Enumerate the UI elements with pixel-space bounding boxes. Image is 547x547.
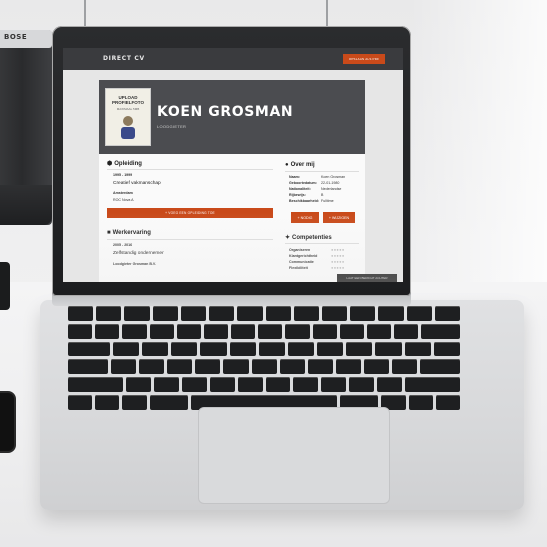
education-years: 1995 - 1999 (113, 173, 133, 177)
photo-size-note: MAXIMAAL 5MB (116, 107, 140, 111)
about-label-birthdate: Geboortedatum: (289, 181, 317, 185)
scene: BOSE DIRECT CV OPSLAAN ALS PDF UPLOAD PR… (0, 0, 547, 547)
about-value-birthdate: 22-01-1980 (321, 181, 340, 185)
skill-rating[interactable]: ●●●●● (331, 247, 345, 252)
add-education-button[interactable]: + VOEG EEN OPLEIDING TOE (107, 208, 273, 218)
user-icon: ● (285, 162, 289, 168)
profile-photo-upload[interactable]: UPLOAD PROFIELFOTO MAXIMAAL 5MB (105, 88, 151, 146)
add-about-button[interactable]: + NODIG (291, 212, 319, 223)
photo-line-2: PROFIELFOTO (112, 100, 144, 105)
education-degree: Creatief vakmanschap (113, 181, 161, 186)
work-company: Loodgieter Grosman B.V. (113, 262, 156, 266)
divider (107, 169, 273, 170)
profile-header: UPLOAD PROFIELFOTO MAXIMAAL 5MB KOEN GRO… (99, 80, 365, 154)
education-school: ROC Nova A (113, 198, 134, 202)
person-silhouette-icon (121, 116, 135, 139)
work-job: Zelfstandig ondernemer (113, 251, 164, 256)
skill-item: Flexibiliteit (289, 266, 308, 270)
about-label-name: Naam: (289, 175, 300, 179)
photo-upload-label: UPLOAD PROFIELFOTO (106, 95, 150, 105)
about-label-availability: Beschikbaarheid: (289, 199, 319, 203)
skill-rating[interactable]: ●●●●● (331, 265, 345, 270)
skill-item: Communicatie (289, 260, 314, 264)
about-value-nationality: Nederlandse (321, 187, 342, 191)
about-value-availability: Fulltime (321, 199, 334, 203)
work-years: 2005 - 2016 (113, 243, 133, 247)
profile-name: KOEN GROSMAN (157, 104, 294, 120)
cv-card: UPLOAD PROFIELFOTO MAXIMAAL 5MB KOEN GRO… (99, 80, 365, 282)
briefcase-icon: ■ (107, 230, 111, 236)
window-light (410, 0, 547, 300)
about-value-name: Koen Grosman (321, 175, 346, 179)
keyboard (68, 306, 461, 410)
work-title: ■ Werkervaring (107, 230, 151, 236)
skills-title: ✦ Competenties (285, 234, 332, 242)
education-title: ⬢ Opleiding (107, 160, 142, 168)
speaker-base (0, 185, 52, 225)
about-label-nationality: Nationaliteit: (289, 187, 311, 191)
skill-item: Klantgerichtheid (289, 254, 318, 258)
graduation-cap-icon: ⬢ (107, 161, 113, 167)
trackpad (198, 407, 390, 504)
edit-about-button[interactable]: + WIJZIGEN (323, 212, 355, 223)
about-value-license: B (321, 193, 324, 197)
divider (285, 243, 359, 244)
profile-role: LOODGIETER (157, 124, 187, 129)
site-topbar: DIRECT CV OPSLAAN ALS PDF (63, 48, 403, 70)
divider (285, 171, 359, 172)
chat-widget[interactable]: LAAT EEN BERICHT ACHTER (337, 274, 397, 282)
about-title: ● Over mij (285, 162, 315, 168)
site-logo[interactable]: DIRECT CV (103, 55, 145, 62)
skill-item: Organiseren (289, 248, 311, 252)
speaker-brand: BOSE (4, 33, 28, 41)
ribbon-icon: ✦ (285, 235, 291, 241)
smartphone (0, 393, 14, 451)
skill-rating[interactable]: ●●●●● (331, 253, 345, 258)
save-pdf-button[interactable]: OPSLAAN ALS PDF (343, 54, 385, 64)
divider (107, 239, 273, 240)
education-place: Amsterdam (113, 191, 133, 195)
laptop-screen: DIRECT CV OPSLAAN ALS PDF UPLOAD PROFIEL… (63, 48, 403, 282)
desk-object (0, 262, 10, 310)
skill-rating[interactable]: ●●●●● (331, 259, 345, 264)
about-label-license: Rijbewijs: (289, 193, 306, 197)
